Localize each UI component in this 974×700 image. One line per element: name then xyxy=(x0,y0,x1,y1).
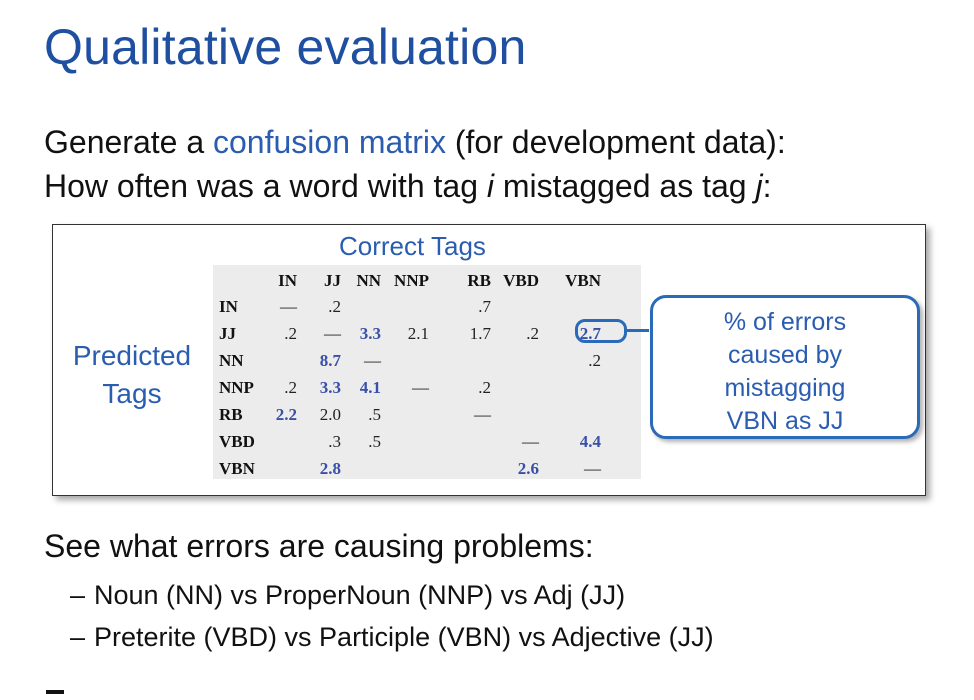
callout-box: % of errors caused by mistagging VBN as … xyxy=(650,295,920,439)
matrix-cell: .5 xyxy=(368,432,381,451)
slide-title: Qualitative evaluation xyxy=(44,19,527,75)
matrix-cell: 3.3 xyxy=(359,324,381,343)
intro-line1-prefix: Generate a xyxy=(44,124,213,160)
matrix-cell: 3.3 xyxy=(319,378,341,397)
matrix-cell: .3 xyxy=(328,432,341,451)
row-header: NNP xyxy=(219,378,254,397)
predicted-tags-label: Predicted Tags xyxy=(65,337,199,413)
bullet-marker: – xyxy=(70,580,86,610)
var-i: i xyxy=(486,168,494,204)
row-header: RB xyxy=(219,405,243,424)
row-header: VBD xyxy=(219,432,255,451)
bullet-item: – Noun (NN) vs ProperNoun (NNP) vs Adj (J… xyxy=(70,580,625,611)
see-what-heading: See what errors are causing problems: xyxy=(44,528,594,564)
row-header: NN xyxy=(219,351,244,370)
matrix-cell: 2.0 xyxy=(319,405,341,424)
var-j: j xyxy=(755,168,763,204)
row-header: IN xyxy=(219,297,238,316)
matrix-cell: 2.2 xyxy=(275,405,297,424)
matrix-cell: .2 xyxy=(588,351,601,370)
matrix-cell: .5 xyxy=(368,405,381,424)
row-header: JJ xyxy=(219,324,236,343)
highlight-ring xyxy=(575,319,627,343)
column-header: NNP xyxy=(394,271,429,290)
callout-line-1: % of errors xyxy=(723,308,847,336)
bullet-item: – Preterite (VBD) vs Participle (VBN) vs … xyxy=(70,622,714,653)
matrix-cell: .2 xyxy=(526,324,539,343)
matrix-cell: 2.8 xyxy=(319,459,341,478)
matrix-cell: — xyxy=(280,297,297,316)
intro-line1-suffix: (for development data): xyxy=(445,124,786,160)
column-header: JJ xyxy=(324,271,341,290)
matrix-cell: 2.1 xyxy=(407,324,429,343)
row-header: VBN xyxy=(219,459,255,478)
intro-line-1: Generate a confusion matrix (for develop… xyxy=(44,124,786,161)
intro-line2-prefix: How often was a word with tag xyxy=(44,168,487,204)
confusion-matrix-figure: Correct Tags Predicted Tags IN JJ NN NNP RB V… xyxy=(52,224,926,496)
confusion-matrix-term: confusion matrix xyxy=(213,124,446,160)
matrix-cell: .2 xyxy=(284,324,297,343)
column-header: RB xyxy=(467,271,491,290)
matrix-cell: 8.7 xyxy=(319,351,341,370)
matrix-cell: .2 xyxy=(328,297,341,316)
callout-connector xyxy=(627,329,649,332)
callout-line-2: caused by xyxy=(728,341,842,369)
predicted-tags-line1: Predicted xyxy=(72,340,192,371)
matrix-cell: 4.1 xyxy=(359,378,381,397)
intro-line2-suffix: : xyxy=(762,168,772,204)
bottom-bullet-fragment xyxy=(46,690,64,694)
bullet-text: Preterite (VBD) vs Participle (VBN) vs A… xyxy=(94,622,714,652)
matrix-cell: — xyxy=(364,351,381,370)
intro-line2-middle: mistagged as tag xyxy=(493,168,756,204)
matrix-cell: — xyxy=(324,324,341,343)
matrix-cell: .2 xyxy=(284,378,297,397)
matrix-cell: 2.6 xyxy=(517,459,539,478)
predicted-tags-line2: Tags xyxy=(102,378,162,409)
callout-text: % of errors caused by mistagging VBN as … xyxy=(653,306,917,438)
matrix-cell: 4.4 xyxy=(579,432,601,451)
matrix-cell: — xyxy=(522,432,539,451)
matrix-cell: — xyxy=(584,459,601,478)
matrix-cell: .2 xyxy=(478,378,491,397)
matrix-cell: — xyxy=(412,378,429,397)
column-header: NN xyxy=(356,271,381,290)
callout-line-4: VBN as JJ xyxy=(726,407,844,435)
column-header: VBN xyxy=(565,271,601,290)
matrix-cell: — xyxy=(474,405,491,424)
callout-line-3: mistagging xyxy=(724,374,846,402)
column-header: IN xyxy=(278,271,297,290)
intro-line-2: How often was a word with tag i mistagge… xyxy=(44,168,771,205)
matrix-cell: 1.7 xyxy=(469,324,491,343)
bullet-marker: – xyxy=(70,622,86,652)
bullet-text: Noun (NN) vs ProperNoun (NNP) vs Adj (JJ… xyxy=(94,580,626,610)
confusion-matrix-table: IN JJ NN NNP RB VBD VBN IN JJ NN NNP RB VBD VBN — .2 .7.… xyxy=(213,265,641,479)
column-header: VBD xyxy=(503,271,539,290)
matrix-cell: .7 xyxy=(478,297,491,316)
correct-tags-label: Correct Tags xyxy=(339,231,486,261)
